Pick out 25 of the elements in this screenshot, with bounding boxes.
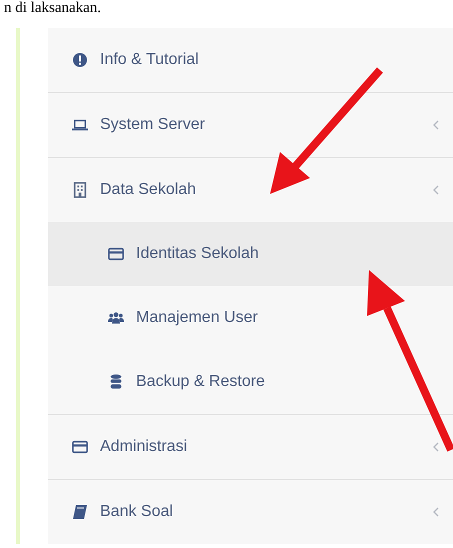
menu-label: Info & Tutorial [100,51,200,69]
menu-item[interactable]: Data Sekolah [48,158,453,222]
submenu-item[interactable]: Identitas Sekolah [48,222,453,286]
menu-label: Backup & Restore [136,373,266,391]
info-icon [72,52,88,68]
card-icon [108,246,124,262]
menu-item[interactable]: Bank Soal [48,480,453,544]
users-icon [108,310,124,326]
intro-text: n di laksanakan. [3,0,102,16]
menu-label: Identitas Sekolah [136,245,260,263]
submenu-item[interactable]: Backup & Restore [48,350,453,414]
menu-label: Bank Soal [100,503,174,521]
laptop-icon [72,117,88,133]
menu-item[interactable]: Info & Tutorial [48,28,453,92]
menu-label: Manajemen User [136,309,259,327]
menu-item[interactable]: System Server [48,93,453,157]
menu-item[interactable]: Administrasi [48,415,453,479]
book-icon [72,504,88,520]
menu-label: Data Sekolah [100,181,198,199]
menu-label: System Server [100,116,206,134]
card-icon [72,439,88,455]
building-icon [72,182,88,198]
submenu-item[interactable]: Manajemen User [48,286,453,350]
database-icon [108,374,124,390]
menu-label: Administrasi [100,438,188,456]
